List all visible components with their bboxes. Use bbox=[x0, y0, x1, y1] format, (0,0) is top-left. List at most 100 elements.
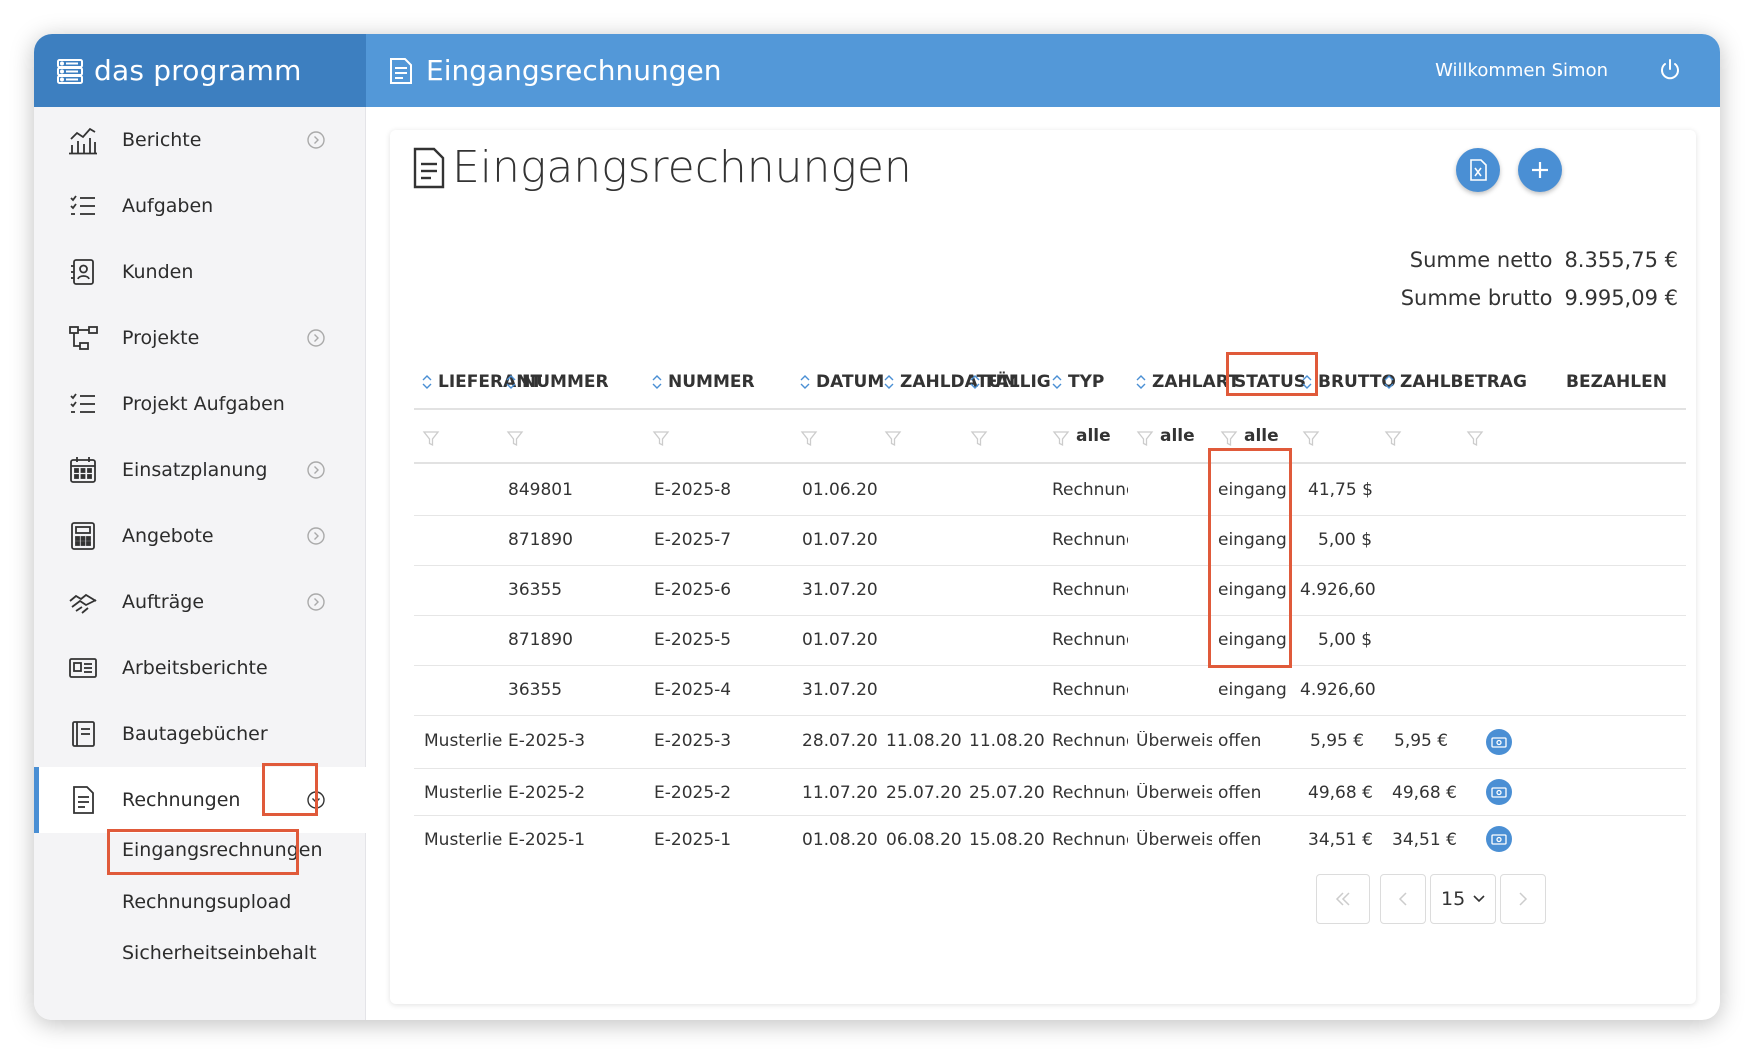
sort-icon bbox=[1136, 375, 1146, 389]
table-row[interactable]: Musterlieferant E-2025-1 E-2025-1 01.08.… bbox=[414, 816, 1686, 863]
highlight-box bbox=[1208, 448, 1292, 668]
sidebar-item-angebote[interactable]: Angebote bbox=[34, 503, 366, 569]
sidebar-item-aufgaben[interactable]: Aufgaben bbox=[34, 173, 366, 239]
chart-icon bbox=[69, 127, 97, 155]
cell-nummer: E-2025-7 bbox=[654, 530, 732, 550]
power-icon[interactable] bbox=[1658, 58, 1682, 82]
app-name: das programm bbox=[94, 54, 302, 87]
chevron-right-icon[interactable] bbox=[307, 593, 325, 611]
chevron-right-icon[interactable] bbox=[307, 329, 325, 347]
table-row[interactable]: Musterlieferant E-2025-2 E-2025-2 11.07.… bbox=[414, 769, 1686, 816]
sidebar-item-projekt-aufgaben[interactable]: Projekt Aufgaben bbox=[34, 371, 366, 437]
column-header-zahlbetrag[interactable]: ZAHLBETRAG bbox=[1384, 372, 1527, 392]
money-icon bbox=[1491, 787, 1507, 798]
sidebar-item-label: Arbeitsberichte bbox=[122, 657, 268, 679]
sidebar-item-label: Rechnungen bbox=[122, 789, 241, 811]
sidebar-item-label: Berichte bbox=[122, 129, 202, 151]
filter-zahlart-value[interactable]: alle bbox=[1160, 426, 1195, 446]
cell-lieferant: Musterlieferant bbox=[424, 783, 502, 803]
sidebar-subitem-rechnungsupload[interactable]: Rechnungsupload bbox=[122, 891, 291, 913]
filter-icon[interactable] bbox=[800, 430, 818, 448]
prev-page-button[interactable] bbox=[1380, 874, 1426, 924]
highlight-box bbox=[107, 829, 299, 875]
table-row[interactable]: 871890 E-2025-7 01.07.202 Rechnung einga… bbox=[414, 516, 1686, 566]
cell-brutto: 34,51 € bbox=[1308, 830, 1373, 850]
document-icon bbox=[390, 57, 412, 84]
sidebar-item-kunden[interactable]: Kunden bbox=[34, 239, 366, 305]
excel-export-button[interactable] bbox=[1456, 148, 1500, 192]
column-header-datum[interactable]: DATUM bbox=[800, 372, 884, 392]
pay-button[interactable] bbox=[1486, 826, 1512, 852]
column-header-zahlart[interactable]: ZAHLART bbox=[1136, 372, 1240, 392]
app-brand[interactable]: das programm bbox=[34, 34, 366, 107]
highlight-box bbox=[1226, 352, 1318, 396]
filter-icon[interactable] bbox=[506, 430, 524, 448]
cell-status: offen bbox=[1218, 830, 1262, 850]
table-row[interactable]: 849801 E-2025-8 01.06.202 Rechnung einga… bbox=[414, 466, 1686, 516]
checklist-icon bbox=[70, 195, 95, 215]
pay-button[interactable] bbox=[1486, 779, 1512, 805]
filter-icon[interactable] bbox=[422, 430, 440, 448]
sidebar-item-berichte[interactable]: Berichte bbox=[34, 107, 366, 173]
column-header-faellig[interactable]: FÄLLIG bbox=[970, 372, 1051, 392]
table-row[interactable]: 36355 E-2025-4 31.07.202 Rechnung eingan… bbox=[414, 666, 1686, 716]
sidebar-item-arbeitsberichte[interactable]: Arbeitsberichte bbox=[34, 635, 366, 701]
sidebar-item-bautagebuecher[interactable]: Bautagebücher bbox=[34, 701, 366, 767]
filter-status-value[interactable]: alle bbox=[1244, 426, 1279, 446]
filter-icon[interactable] bbox=[1384, 430, 1402, 448]
column-header-nummer[interactable]: NUMMER bbox=[652, 372, 755, 392]
money-icon bbox=[1491, 737, 1507, 748]
filter-icon[interactable] bbox=[652, 430, 670, 448]
page-size-select[interactable]: 15 bbox=[1430, 874, 1496, 924]
sidebar-item-label: Bautagebücher bbox=[122, 723, 268, 745]
sidebar-item-einsatzplanung[interactable]: Einsatzplanung bbox=[34, 437, 366, 503]
cell-lieferanten-nummer: E-2025-2 bbox=[508, 783, 586, 803]
filter-icon[interactable] bbox=[1136, 430, 1154, 448]
cell-nummer: E-2025-2 bbox=[654, 783, 732, 803]
app-window: das programm Eingangsrechnungen Willkomm… bbox=[34, 34, 1720, 1020]
column-header-typ[interactable]: TYP bbox=[1052, 372, 1104, 392]
chevron-right-icon[interactable] bbox=[307, 527, 325, 545]
calculator-icon bbox=[71, 522, 95, 550]
table-row[interactable]: 871890 E-2025-5 01.07.202 Rechnung einga… bbox=[414, 616, 1686, 666]
cell-datum: 01.08.202 bbox=[802, 830, 878, 850]
sort-icon bbox=[800, 375, 810, 389]
cell-brutto: 4.926,60 € bbox=[1300, 580, 1380, 600]
cell-lieferanten-nummer: 849801 bbox=[508, 480, 573, 500]
sidebar-item-label: Einsatzplanung bbox=[122, 459, 268, 481]
book-icon bbox=[72, 721, 95, 747]
table-row[interactable]: 36355 E-2025-6 31.07.202 Rechnung eingan… bbox=[414, 566, 1686, 616]
cell-lieferant: Musterlieferant bbox=[424, 731, 502, 751]
filter-icon[interactable] bbox=[1466, 430, 1484, 448]
cell-zahlbetrag: 49,68 € bbox=[1392, 783, 1457, 803]
filter-icon[interactable] bbox=[1052, 430, 1070, 448]
summe-brutto: Summe brutto 9.995,09 € bbox=[1401, 286, 1678, 310]
sidebar-item-projekte[interactable]: Projekte bbox=[34, 305, 366, 371]
sidebar-subitem-sicherheitseinbehalt[interactable]: Sicherheitseinbehalt bbox=[122, 942, 317, 964]
sidebar-item-label: Projekt Aufgaben bbox=[122, 393, 285, 415]
first-page-button[interactable] bbox=[1316, 874, 1370, 924]
chevron-right-icon[interactable] bbox=[307, 131, 325, 149]
pay-button[interactable] bbox=[1486, 729, 1512, 755]
cell-zahlbetrag: 5,95 € bbox=[1394, 731, 1449, 751]
sidebar-item-label: Kunden bbox=[122, 261, 194, 283]
filter-typ-value[interactable]: alle bbox=[1076, 426, 1111, 446]
filter-icon[interactable] bbox=[1220, 430, 1238, 448]
page-size-value: 15 bbox=[1441, 888, 1466, 910]
column-header-lieferanten-nummer[interactable]: NUMMER bbox=[506, 372, 609, 392]
cell-datum: 01.07.202 bbox=[802, 530, 878, 550]
filter-icon[interactable] bbox=[970, 430, 988, 448]
sort-icon bbox=[506, 375, 516, 389]
table-row[interactable]: Musterlieferant E-2025-3 E-2025-3 28.07.… bbox=[414, 716, 1686, 769]
summe-netto: Summe netto 8.355,75 € bbox=[1410, 248, 1678, 272]
chevron-right-icon[interactable] bbox=[307, 461, 325, 479]
cell-status: offen bbox=[1218, 783, 1262, 803]
sidebar-item-auftraege[interactable]: Aufträge bbox=[34, 569, 366, 635]
add-invoice-button[interactable] bbox=[1518, 148, 1562, 192]
filter-icon[interactable] bbox=[1302, 430, 1320, 448]
next-page-button[interactable] bbox=[1500, 874, 1546, 924]
filter-icon[interactable] bbox=[884, 430, 902, 448]
column-header-bezahlen[interactable]: BEZAHLEN bbox=[1566, 372, 1667, 392]
cell-datum: 11.07.202 bbox=[802, 783, 878, 803]
cell-zahlart: Überweisung bbox=[1136, 783, 1212, 803]
